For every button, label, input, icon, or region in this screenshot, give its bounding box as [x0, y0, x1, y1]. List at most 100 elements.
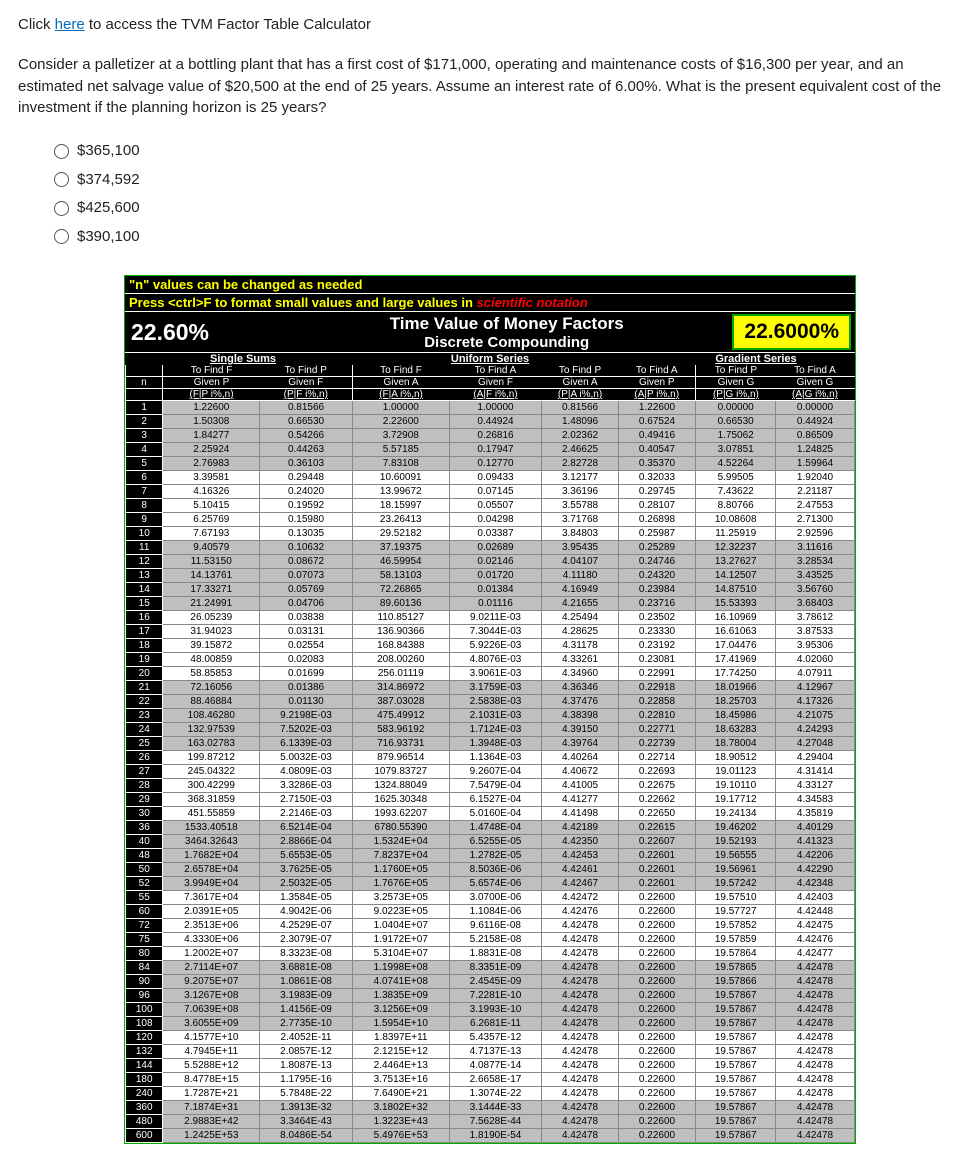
row-value: 0.86509: [776, 429, 855, 443]
row-value: 5.5288E+12: [163, 1059, 260, 1073]
row-value: 7.8237E+04: [352, 849, 449, 863]
answer-option-3[interactable]: $390,100: [54, 223, 946, 252]
row-value: 19.57867: [696, 1031, 776, 1045]
row-value: 0.22601: [618, 863, 696, 877]
row-value: 4.37476: [542, 695, 618, 709]
row-value: 4.42478: [542, 1017, 618, 1031]
row-n: 3: [126, 429, 163, 443]
row-value: 256.01119: [352, 667, 449, 681]
row-value: 19.57867: [696, 1087, 776, 1101]
row-n: 52: [126, 877, 163, 891]
table-row: 722.3513E+064.2529E-071.0404E+079.6116E-…: [126, 919, 855, 933]
row-value: 0.22693: [618, 765, 696, 779]
tvm-calculator-link[interactable]: here: [55, 16, 85, 33]
row-value: 3.1759E-03: [449, 681, 542, 695]
row-value: 1.3584E-05: [260, 891, 353, 905]
row-value: 0.05769: [260, 583, 353, 597]
row-value: 1.00000: [449, 401, 542, 415]
row-value: 451.55859: [163, 807, 260, 821]
row-value: 0.10632: [260, 541, 353, 555]
row-value: 0.08672: [260, 555, 353, 569]
row-value: 17.04476: [696, 639, 776, 653]
row-value: 17.33271: [163, 583, 260, 597]
row-value: 19.10110: [696, 779, 776, 793]
row-value: 14.87510: [696, 583, 776, 597]
answer-option-0[interactable]: $365,100: [54, 137, 946, 166]
row-value: 3.1802E+32: [352, 1101, 449, 1115]
row-value: 2.82728: [542, 457, 618, 471]
answer-option-1[interactable]: $374,592: [54, 166, 946, 195]
row-value: 18.01966: [696, 681, 776, 695]
row-value: 1324.88049: [352, 779, 449, 793]
row-value: 1.3074E-22: [449, 1087, 542, 1101]
table-row: 42.259240.442635.571850.179472.466250.40…: [126, 443, 855, 457]
row-value: 3.7513E+16: [352, 1073, 449, 1087]
row-value: 15.53393: [696, 597, 776, 611]
row-value: 0.22739: [618, 737, 696, 751]
row-value: 11.53150: [163, 555, 260, 569]
row-value: 2.0391E+05: [163, 905, 260, 919]
row-value: 4.42478: [542, 1073, 618, 1087]
table-row: 1324.7945E+112.0857E-122.1215E+124.7137E…: [126, 1045, 855, 1059]
row-value: 3.0700E-06: [449, 891, 542, 905]
group-single: Single Sums: [163, 352, 323, 365]
row-n: 15: [126, 597, 163, 611]
row-value: 368.31859: [163, 793, 260, 807]
colhdr-tofind: To Find P: [696, 365, 776, 377]
row-value: 1.7676E+05: [352, 877, 449, 891]
row-value: 2.46625: [542, 443, 618, 457]
row-value: 19.57867: [696, 1073, 776, 1087]
row-value: 7.2281E-10: [449, 989, 542, 1003]
row-n: 132: [126, 1045, 163, 1059]
colhdr-given: Given P: [618, 377, 696, 389]
row-value: 1.2002E+07: [163, 947, 260, 961]
table-row: 96.257690.1598023.264130.042983.717680.2…: [126, 513, 855, 527]
row-value: 4.42478: [542, 947, 618, 961]
row-n: 14: [126, 583, 163, 597]
row-value: 72.16056: [163, 681, 260, 695]
row-n: 55: [126, 891, 163, 905]
row-value: 4.42478: [542, 1087, 618, 1101]
row-value: 1.4748E-04: [449, 821, 542, 835]
row-n: 13: [126, 569, 163, 583]
row-value: 4.42476: [776, 933, 855, 947]
radio-icon[interactable]: [54, 144, 69, 159]
row-n: 22: [126, 695, 163, 709]
row-value: 8.0486E-54: [260, 1129, 353, 1143]
row-value: 4.42478: [776, 1087, 855, 1101]
row-value: 4.42478: [776, 1045, 855, 1059]
row-value: 26.05239: [163, 611, 260, 625]
row-value: 6.25769: [163, 513, 260, 527]
radio-icon[interactable]: [54, 201, 69, 216]
table-row: 909.2075E+071.0861E-084.0741E+082.4545E-…: [126, 975, 855, 989]
table-row: 28300.422993.3286E-031324.880497.5479E-0…: [126, 779, 855, 793]
row-n: 108: [126, 1017, 163, 1031]
radio-icon[interactable]: [54, 229, 69, 244]
row-value: 0.22991: [618, 667, 696, 681]
row-value: 0.01116: [449, 597, 542, 611]
row-n: 180: [126, 1073, 163, 1087]
row-value: 48.00859: [163, 653, 260, 667]
colhdr-given: Given G: [776, 377, 855, 389]
radio-icon[interactable]: [54, 172, 69, 187]
row-value: 3.1256E+09: [352, 1003, 449, 1017]
row-value: 3.95435: [542, 541, 618, 555]
rate-left: 22.60%: [125, 317, 285, 348]
row-value: 0.02083: [260, 653, 353, 667]
row-value: 0.26898: [618, 513, 696, 527]
table-row: 27245.043224.0809E-031079.837279.2607E-0…: [126, 765, 855, 779]
row-value: 2.4052E-11: [260, 1031, 353, 1045]
row-value: 16.10969: [696, 611, 776, 625]
row-value: 0.04706: [260, 597, 353, 611]
row-value: 2.7150E-03: [260, 793, 353, 807]
table-row: 30451.558592.2146E-031993.622075.0160E-0…: [126, 807, 855, 821]
row-value: 37.19375: [352, 541, 449, 555]
row-value: 19.57867: [696, 1045, 776, 1059]
row-value: 18.90512: [696, 751, 776, 765]
table-row: 1839.158720.02554168.843885.9226E-034.31…: [126, 639, 855, 653]
row-value: 0.22600: [618, 891, 696, 905]
answer-option-2[interactable]: $425,600: [54, 194, 946, 223]
row-value: 1625.30348: [352, 793, 449, 807]
row-value: 0.26816: [449, 429, 542, 443]
table-row: 107.671930.1303529.521820.033873.848030.…: [126, 527, 855, 541]
